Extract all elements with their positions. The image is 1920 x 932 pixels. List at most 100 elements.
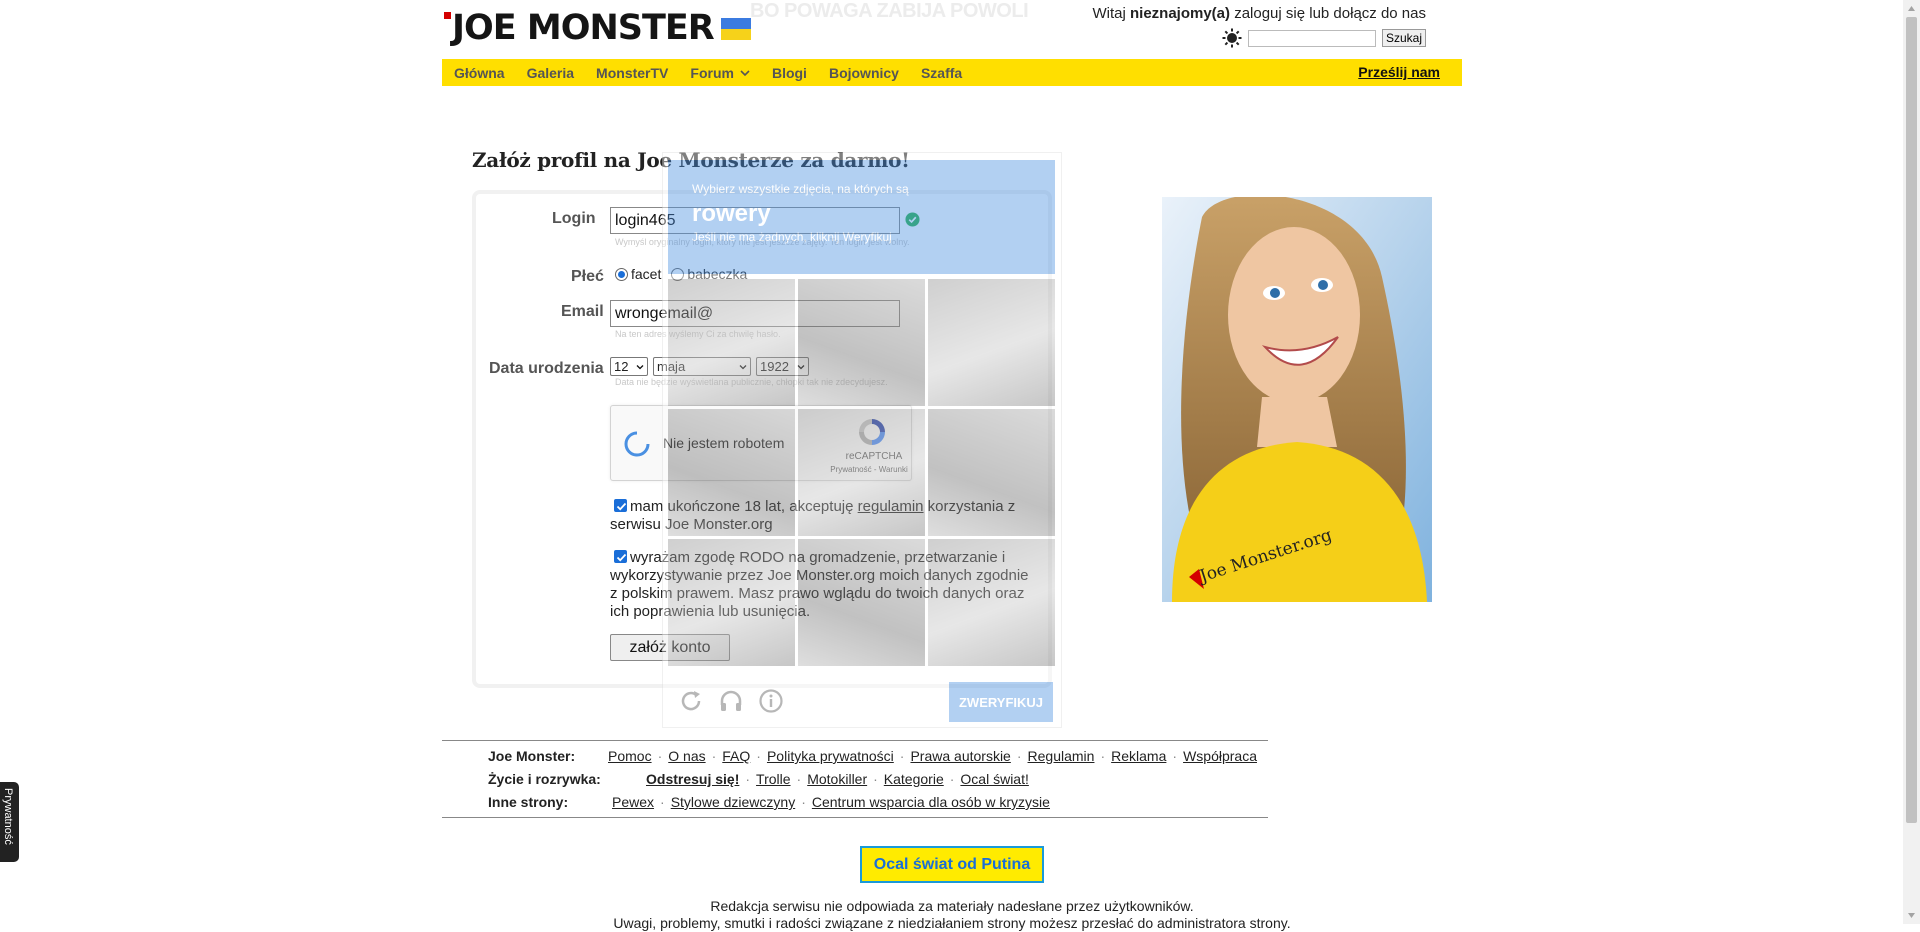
privacy-tab-label: Prywatność [2,788,14,845]
nav-item-forum-label: Forum [690,64,734,81]
privacy-settings-tab[interactable]: Prywatność [0,782,19,862]
challenge-tile[interactable] [928,279,1055,406]
gender-male-label[interactable]: facet [631,266,661,282]
nav-item-monstertv[interactable]: MonsterTV [596,65,668,81]
challenge-tile[interactable] [798,279,925,406]
login-label: Login [552,210,596,227]
footer-sep: · [660,794,665,810]
save-world-from-putin-button[interactable]: Ocal świat od Putina [860,846,1044,883]
challenge-instruction: Wybierz wszystkie zdjęcia, na których są [692,182,909,196]
headphones-icon[interactable] [718,688,744,714]
footer-disclaimer: Redakcja serwisu nie odpowiada za materi… [442,898,1462,932]
footer-link-o-nas[interactable]: O nas [668,748,705,764]
recaptcha-challenge-overlay: Wybierz wszystkie zdjęcia, na których są… [662,152,1062,728]
footer-sep: · [899,748,905,764]
challenge-tile[interactable] [798,539,925,666]
search-bar: Szukaj [1222,28,1426,48]
gender-label: Płeć [571,268,604,285]
logo-text: JOE MONSTER [452,8,715,48]
footer-link-categories[interactable]: Kategorie [884,771,944,787]
gender-male-radio[interactable] [615,267,628,281]
footer-link-pewex[interactable]: Pewex [612,794,654,810]
footer-link-save-world[interactable]: Ocal świat! [960,771,1028,787]
nav-item-blogi[interactable]: Blogi [772,65,807,81]
ukraine-flag-icon [720,18,751,40]
birthdate-label: Data urodzenia [489,360,604,377]
chevron-down-icon[interactable] [740,68,750,78]
challenge-tile[interactable] [928,409,1055,536]
footer-row-other: Inne strony: Pewex · Stylowe dziewczyny · … [488,794,1050,810]
footer-link-cooperation[interactable]: Współpraca [1183,748,1257,764]
footer-sep: · [1016,748,1022,764]
footer-link-motokiller[interactable]: Motokiller [807,771,867,787]
challenge-tile[interactable] [668,539,795,666]
greeting-prefix: Witaj [1092,5,1130,22]
scroll-up-arrow-icon[interactable] [1907,4,1916,13]
footer-sep: · [801,794,806,810]
scrollbar-thumb[interactable] [1906,17,1917,823]
footer-link-faq[interactable]: FAQ [722,748,750,764]
footer-sep: · [657,748,663,764]
nav-item-szaffa[interactable]: Szaffa [921,65,962,81]
theme-toggle-icon[interactable] [1222,28,1242,48]
footer-row2-label: Życie i rozrywka: [488,771,601,787]
footer-sep: · [873,771,878,787]
footer-row1-label: Joe Monster: [488,748,576,764]
challenge-footer: ZWERYFIKUJ [668,682,1055,722]
greeting-user: nieznajomy(a) [1130,5,1231,22]
challenge-tile[interactable] [798,409,925,536]
footer-row3-label: Inne strony: [488,794,569,810]
footer-link-crisis-center[interactable]: Centrum wsparcia dla osób w kryzysie [812,794,1050,810]
challenge-header: Wybierz wszystkie zdjęcia, na których są… [668,160,1055,274]
footer-sep: · [949,771,955,787]
send-us-link[interactable]: Prześlij nam [1358,64,1440,80]
footer-sep: · [756,748,761,764]
nav-item-forum[interactable]: Forum [690,65,750,81]
email-label: Email [561,303,604,320]
nav-item-galeria[interactable]: Galeria [527,65,574,81]
footer-link-destress[interactable]: Odstresuj się! [646,771,739,787]
footer-row-life: Życie i rozrywka: Odstresuj się! · Trolle… [488,771,1029,787]
info-icon[interactable] [758,688,784,714]
footer-row-joe-monster: Joe Monster: Pomoc · O nas · FAQ · Polityka… [488,748,1257,764]
challenge-subtext: Jeśli nie ma żadnych, kliknij Weryfikuj [692,230,892,244]
footer-link-trolle[interactable]: Trolle [756,771,791,787]
site-slogan: BO POWAGA ZABIJA POWOLI [750,0,1029,22]
footer-sep: · [796,771,802,787]
advertisement-image[interactable]: Joe Monster.org [1162,197,1432,602]
footer-sep: · [711,748,717,764]
search-button[interactable]: Szukaj [1381,29,1426,47]
search-input[interactable] [1247,29,1376,47]
joe-monster-logo[interactable]: JOE MONSTER [444,8,751,48]
footer-sep: · [1172,748,1178,764]
nav-item-bojownicy[interactable]: Bojownicy [829,65,899,81]
scroll-down-arrow-icon[interactable] [1907,911,1916,920]
footer-sep: · [745,771,751,787]
footer-link-stylish-girls[interactable]: Stylowe dziewczyny [671,794,796,810]
footer-bottom-divider [442,817,1268,818]
footer-link-copyright[interactable]: Prawa autorskie [910,748,1010,764]
challenge-image-grid [668,279,1055,666]
nav-item-glowna[interactable]: Główna [454,65,505,81]
chevron-down-icon [636,364,644,369]
challenge-tile[interactable] [668,409,795,536]
footer-top-divider [442,740,1268,741]
footer-sep: · [1100,748,1106,764]
challenge-keyword: rowery [692,200,771,227]
footer-link-pomoc[interactable]: Pomoc [608,748,652,764]
page-scrollbar[interactable] [1903,0,1920,924]
footer-link-privacy[interactable]: Polityka prywatności [767,748,894,764]
user-greeting: Witaj nieznajomy(a) zaloguj się lub dołą… [1093,5,1427,22]
verify-button[interactable]: ZWERYFIKUJ [949,682,1053,722]
challenge-tile[interactable] [668,279,795,406]
birth-day-select[interactable]: 12 [610,357,648,376]
footer-link-ads[interactable]: Reklama [1111,748,1166,764]
reload-icon[interactable] [678,688,704,714]
challenge-tile[interactable] [928,539,1055,666]
footer-link-terms[interactable]: Regulamin [1028,748,1095,764]
recaptcha-spinner-icon[interactable] [623,430,651,458]
disclaimer-line-1: Redakcja serwisu nie odpowiada za materi… [710,898,1194,914]
greeting-suffix[interactable]: zaloguj się lub dołącz do nas [1230,5,1426,22]
logo-red-mark [444,12,451,19]
birth-day-value: 12 [614,359,629,374]
